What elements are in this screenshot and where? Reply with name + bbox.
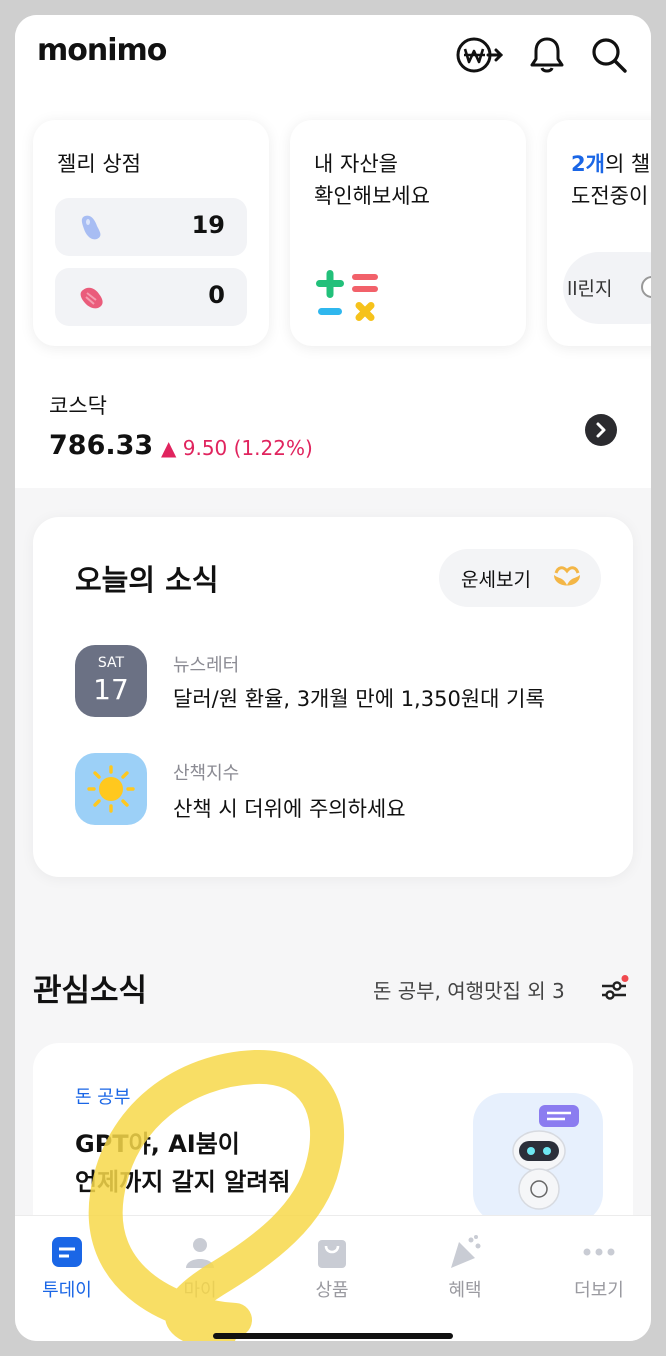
stock-value: 786.33 <box>49 430 154 461</box>
sun-icon <box>75 753 147 825</box>
won-exchange-icon[interactable] <box>455 35 504 75</box>
walk-index-category: 산책지수 <box>173 763 240 784</box>
blue-jelly-row: 19 <box>55 198 247 256</box>
nav-benefits[interactable]: 혜택 <box>410 1234 520 1302</box>
news-category: 뉴스레터 <box>173 655 240 676</box>
challenge-card[interactable]: 2개의 챌 도전중이 ll린지 <box>547 120 651 346</box>
blue-jelly-count: 19 <box>191 211 225 239</box>
chevron-right-icon[interactable] <box>585 414 617 446</box>
walk-index-text[interactable]: 산책 시 더위에 주의하세요 <box>173 793 406 823</box>
shopping-bag-icon <box>314 1234 350 1270</box>
calendar-day: SAT <box>97 655 125 671</box>
pink-jelly-icon <box>77 282 107 316</box>
top-header: monimo <box>15 15 651 110</box>
bottom-navigation: 투데이 마이 상품 혜택 더보기 <box>15 1215 651 1341</box>
more-dots-icon <box>581 1234 617 1270</box>
stock-change: ▲ 9.50 (1.22%) <box>161 436 313 460</box>
ai-robot-icon <box>473 1093 603 1223</box>
challenge-chip: ll린지 <box>563 252 651 324</box>
nav-products-label: 상품 <box>315 1280 349 1301</box>
nav-my-label: 마이 <box>183 1280 217 1301</box>
stock-name: 코스닥 <box>49 394 107 418</box>
jelly-store-title: 젤리 상점 <box>57 152 141 176</box>
article-category: 돈 공부 <box>75 1087 131 1108</box>
nav-more-label: 더보기 <box>574 1280 624 1301</box>
nav-products[interactable]: 상품 <box>277 1234 387 1302</box>
today-icon <box>49 1234 85 1270</box>
challenge-title-line2: 도전중이 <box>571 184 649 208</box>
clock-icon <box>639 274 651 304</box>
fortune-label: 운세보기 <box>461 569 531 591</box>
pink-jelly-row: 0 <box>55 268 247 326</box>
news-headline[interactable]: 달러/원 환율, 3개월 만에 1,350원대 기록 <box>173 683 545 713</box>
search-icon[interactable] <box>589 35 629 75</box>
asset-check-title: 내 자산을 확인해보세요 <box>314 148 430 212</box>
asset-check-card[interactable]: 내 자산을 확인해보세요 <box>290 120 526 346</box>
challenge-chip-text: ll린지 <box>567 278 613 300</box>
bell-icon[interactable] <box>527 35 567 75</box>
article-title-line2: 언제까지 갈지 알려줘 <box>75 1168 291 1196</box>
party-popper-icon <box>447 1234 483 1270</box>
asset-title-line2: 확인해보세요 <box>314 184 430 208</box>
nav-today-label: 투데이 <box>42 1280 92 1301</box>
article-title-line1: GPT야, AI붐이 <box>75 1130 240 1158</box>
nav-more[interactable]: 더보기 <box>544 1234 651 1302</box>
interest-title: 관심소식 <box>33 973 148 1009</box>
fortune-cookie-icon <box>551 563 583 599</box>
article-title: GPT야, AI붐이 언제까지 갈지 알려줘 <box>75 1125 290 1201</box>
monimo-logo[interactable]: monimo <box>37 33 167 68</box>
today-news-card: 오늘의 소식 운세보기 SAT 17 뉴스레터 달러/원 환율, 3개월 만에 … <box>33 517 633 877</box>
calculator-symbols-icon <box>316 270 382 330</box>
challenge-count: 2개 <box>571 152 605 176</box>
nav-benefits-label: 혜택 <box>448 1280 482 1301</box>
calendar-icon: SAT 17 <box>75 645 147 717</box>
person-icon <box>182 1234 218 1270</box>
challenge-title: 2개의 챌 도전중이 <box>571 148 650 212</box>
challenge-title-suffix: 의 챌 <box>604 152 651 176</box>
kosdaq-ticker[interactable]: 코스닥 786.33 ▲ 9.50 (1.22%) <box>15 370 651 488</box>
app-screen: monimo 젤리 상점 19 0 내 자산을 확인해보세요 2개의 챌 도전중… <box>15 15 651 1341</box>
home-indicator <box>213 1333 453 1339</box>
nav-today[interactable]: 투데이 <box>15 1234 122 1302</box>
asset-title-line1: 내 자산을 <box>314 152 398 176</box>
filter-settings-icon[interactable] <box>599 975 629 1009</box>
blue-jelly-icon <box>77 212 107 246</box>
calendar-date: 17 <box>93 673 129 706</box>
pink-jelly-count: 0 <box>208 281 225 309</box>
shortcut-cards: 젤리 상점 19 0 내 자산을 확인해보세요 2개의 챌 도전중이 ll린지 <box>15 110 651 370</box>
today-news-title: 오늘의 소식 <box>75 563 219 597</box>
fortune-button[interactable]: 운세보기 <box>439 549 601 607</box>
nav-my[interactable]: 마이 <box>145 1234 255 1302</box>
jelly-store-card[interactable]: 젤리 상점 19 0 <box>33 120 269 346</box>
interest-tags[interactable]: 돈 공부, 여행맛집 외 3 <box>373 975 565 1004</box>
